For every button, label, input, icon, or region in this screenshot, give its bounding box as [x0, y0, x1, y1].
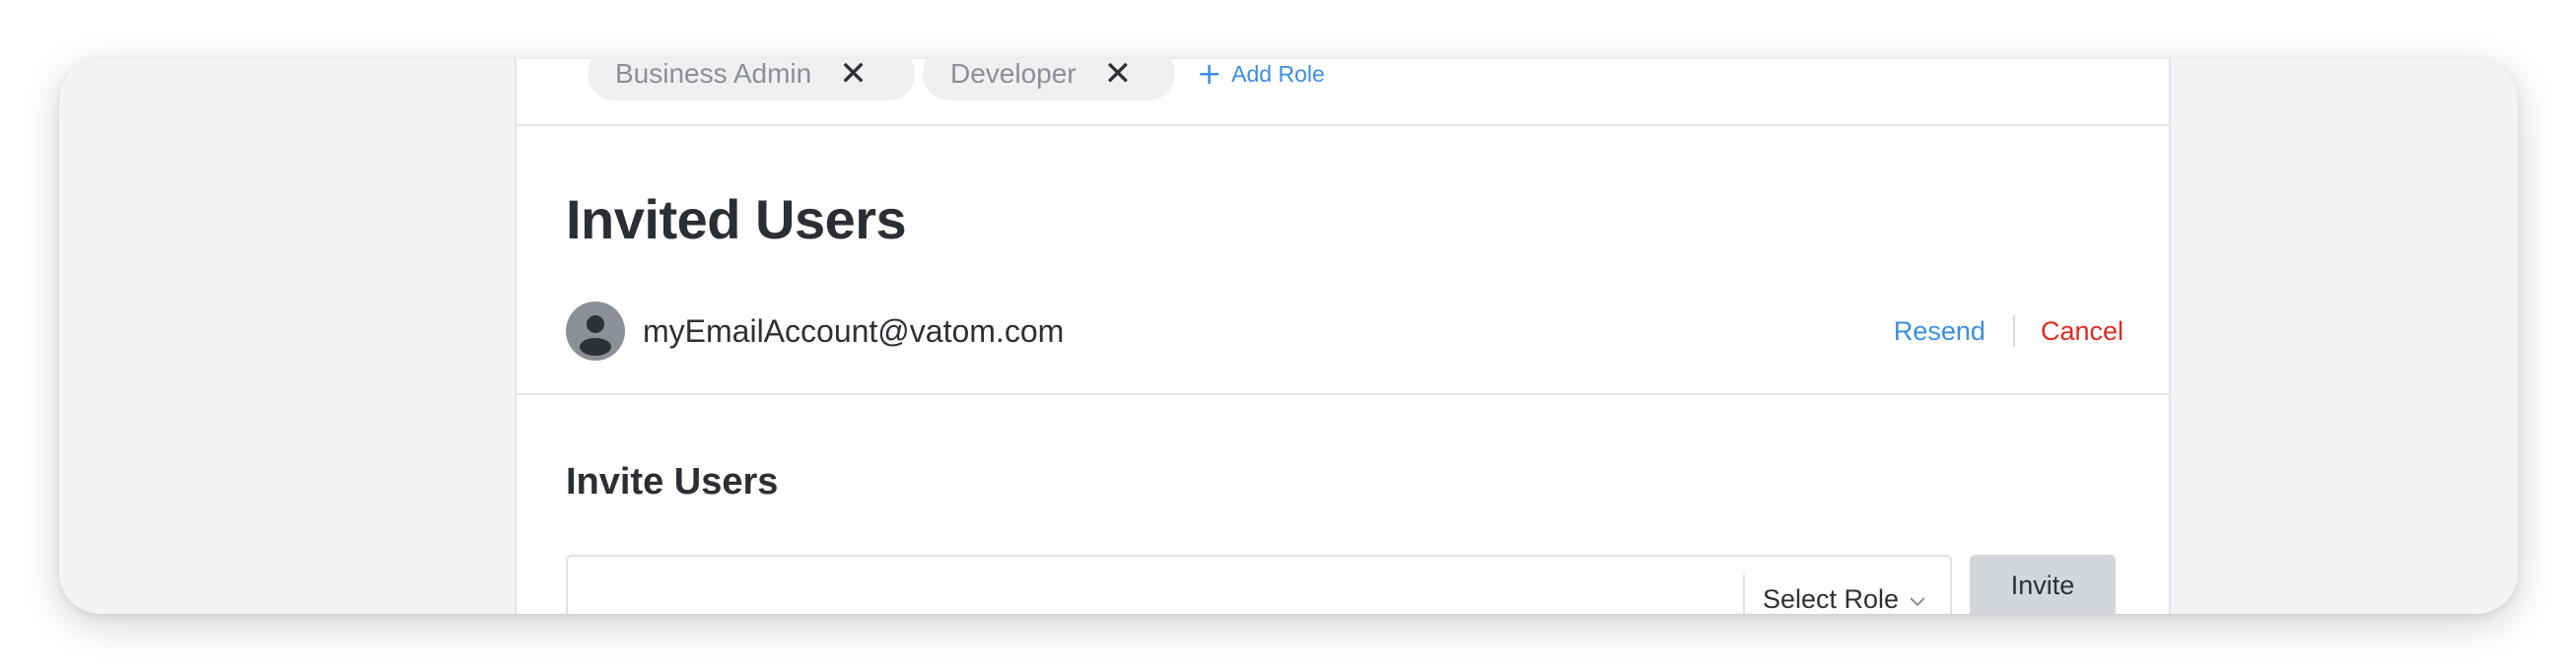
select-role-label: Select Role	[1763, 584, 1900, 614]
app-window: Business Admin ✕ Developer ✕ + Add Role …	[59, 59, 2518, 614]
role-chip-label: Business Admin	[615, 59, 812, 89]
select-divider	[1743, 574, 1745, 614]
add-role-button[interactable]: + Add Role	[1197, 59, 1325, 92]
user-avatar-icon	[566, 302, 625, 361]
invited-user-email: myEmailAccount@vatom.com	[643, 312, 1065, 349]
role-chip-developer: Developer ✕	[923, 59, 1175, 101]
resend-button[interactable]: Resend	[1894, 316, 1985, 347]
role-chip-label: Developer	[950, 59, 1077, 89]
close-icon[interactable]: ✕	[839, 59, 868, 94]
invited-user-actions: Resend Cancel	[1894, 302, 2123, 361]
chevron-down-icon	[1909, 584, 1926, 614]
roles-row: Business Admin ✕ Developer ✕ + Add Role	[517, 59, 2169, 126]
section-divider	[517, 393, 2169, 395]
role-chip-business-admin: Business Admin ✕	[588, 59, 915, 101]
invite-email-field-box: Select Role	[566, 555, 1952, 614]
close-icon[interactable]: ✕	[1104, 59, 1133, 94]
invite-users-title: Invite Users	[566, 461, 779, 503]
action-separator	[2012, 315, 2015, 347]
plus-icon: +	[1197, 59, 1222, 92]
invited-user-row: myEmailAccount@vatom.com Resend Cancel	[566, 302, 2123, 361]
invite-email-input[interactable]	[568, 557, 1743, 614]
user-management-panel: Business Admin ✕ Developer ✕ + Add Role …	[515, 59, 2171, 614]
cancel-button[interactable]: Cancel	[2041, 316, 2123, 347]
add-role-label: Add Role	[1231, 60, 1325, 87]
select-role-dropdown[interactable]: Select Role	[1763, 584, 1926, 614]
invite-button[interactable]: Invite	[1970, 555, 2116, 614]
invited-users-title: Invited Users	[566, 188, 907, 250]
